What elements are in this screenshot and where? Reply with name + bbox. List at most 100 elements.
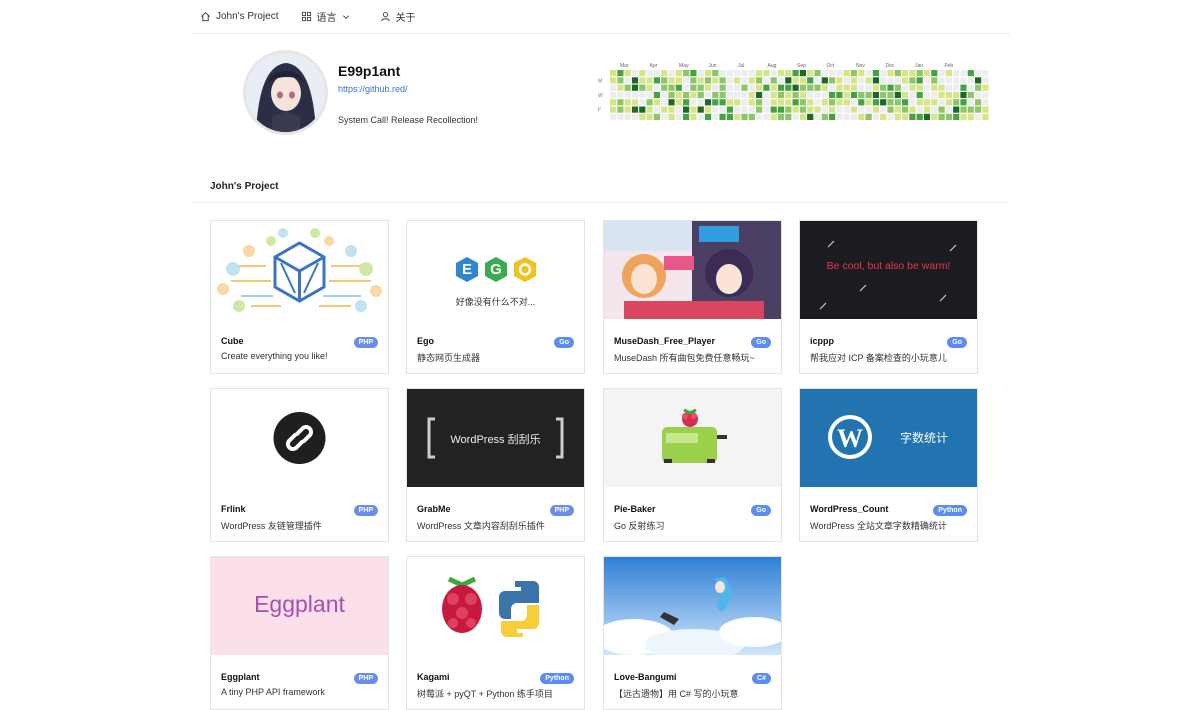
project-card-grabme[interactable]: WordPress 刮刮乐 GrabMe PHP WordPress 文章内容刮… bbox=[406, 388, 585, 542]
nav-home-label: John's Project bbox=[216, 11, 279, 22]
svg-text:E: E bbox=[462, 261, 472, 278]
heatmap-cell bbox=[646, 70, 653, 77]
nav-about-label: 关于 bbox=[395, 13, 416, 24]
heatmap-cell bbox=[653, 70, 660, 77]
project-card-musedash[interactable]: MuseDash_Free_Player Go MuseDash 所有曲包免费任… bbox=[603, 220, 782, 374]
heatmap-cell bbox=[880, 91, 887, 99]
nav-home[interactable]: John's Project bbox=[200, 11, 279, 22]
project-card-love-bangumi[interactable]: Love-Bangumi C# 【远古遗物】用 C# 写的小玩意 bbox=[603, 556, 782, 710]
heatmap-cell bbox=[821, 106, 828, 113]
project-card-frlink[interactable]: Frlink PHP WordPress 友链管理插件 bbox=[210, 388, 389, 542]
heatmap-cell bbox=[617, 84, 624, 91]
heatmap-cell bbox=[923, 113, 931, 120]
heatmap-cell bbox=[763, 84, 770, 91]
heatmap-cell bbox=[858, 99, 865, 106]
heatmap-cell bbox=[690, 70, 697, 77]
heatmap-cell bbox=[792, 77, 799, 84]
project-card-cube[interactable]: Cube PHP Create everything you like! bbox=[210, 220, 389, 374]
project-card-icppp[interactable]: Be cool, but also be warm! icppp Go 帮我应对… bbox=[799, 220, 978, 374]
heatmap-cell bbox=[814, 84, 821, 91]
project-card-ego[interactable]: E G 好像没有什么不对... Ego Go 静态网页生成器 bbox=[406, 220, 585, 374]
heatmap-cell bbox=[887, 91, 894, 99]
heatmap-cell bbox=[945, 77, 952, 84]
heatmap-cell bbox=[872, 113, 879, 120]
heatmap-cell bbox=[661, 77, 668, 84]
heatmap-cell bbox=[785, 70, 792, 77]
project-card-kagami[interactable]: Kagami Python 树莓派 + pyQT + Python 练手项目 bbox=[406, 556, 585, 710]
heatmap-cell bbox=[668, 106, 675, 113]
heatmap-cell bbox=[858, 113, 865, 120]
heatmap-cell bbox=[763, 91, 770, 99]
heatmap-cell bbox=[639, 91, 646, 99]
project-description: WordPress 全站文章字数精确统计 bbox=[810, 521, 947, 531]
heatmap-cell bbox=[887, 113, 894, 120]
heatmap-cell bbox=[938, 91, 945, 99]
heatmap-cell bbox=[785, 99, 792, 106]
project-card-eggplant[interactable]: Eggplant Eggplant PHP A tiny PHP API fra… bbox=[210, 556, 389, 710]
heatmap-cell bbox=[967, 91, 974, 99]
heatmap-cell bbox=[712, 91, 719, 99]
heatmap-cell bbox=[748, 91, 755, 99]
heatmap-cell bbox=[916, 99, 923, 106]
heatmap-grid: Mar Apr May Jun Jul Aug Sep Oct Nov Dec Jan Feb M W F bbox=[598, 63, 989, 120]
grid-icon bbox=[301, 11, 311, 22]
heatmap-cell bbox=[887, 84, 894, 91]
heatmap-cell bbox=[931, 70, 938, 77]
heatmap-cell bbox=[894, 106, 901, 113]
heatmap-cell bbox=[690, 91, 697, 99]
heatmap-cell bbox=[741, 106, 748, 113]
heatmap-month-label: Apr bbox=[650, 63, 658, 69]
heatmap-cell bbox=[902, 84, 909, 91]
heatmap-cell bbox=[639, 70, 646, 77]
heatmap-cell bbox=[836, 77, 843, 84]
heatmap-cell bbox=[894, 91, 901, 99]
heatmap-cell bbox=[734, 84, 741, 91]
heatmap-cell bbox=[719, 77, 726, 84]
language-badge: Python bbox=[540, 673, 574, 684]
heatmap-cell bbox=[719, 91, 726, 99]
heatmap-cell bbox=[821, 99, 828, 106]
heatmap-cell bbox=[653, 84, 660, 91]
heatmap-cell bbox=[829, 84, 836, 91]
heatmap-cell bbox=[726, 70, 733, 77]
heatmap-cell bbox=[704, 106, 712, 113]
heatmap-cell bbox=[931, 106, 938, 113]
nav-about[interactable]: 关于 bbox=[380, 9, 416, 24]
heatmap-cell bbox=[953, 106, 960, 113]
heatmap-cell bbox=[668, 91, 675, 99]
heatmap-cell bbox=[982, 84, 989, 91]
heatmap-cell bbox=[887, 70, 894, 77]
heatmap-cell bbox=[631, 91, 639, 99]
heatmap-cell bbox=[704, 113, 712, 120]
heatmap-cell bbox=[975, 106, 982, 113]
heatmap-cell bbox=[953, 91, 960, 99]
heatmap-cell bbox=[697, 106, 704, 113]
heatmap-cell bbox=[821, 113, 828, 120]
heatmap-cell bbox=[967, 70, 974, 77]
heatmap-cell bbox=[734, 91, 741, 99]
heatmap-cell bbox=[683, 84, 690, 91]
heatmap-cell bbox=[865, 70, 872, 77]
nav-language[interactable]: 语言 bbox=[301, 9, 350, 24]
heatmap-cell bbox=[865, 84, 872, 91]
heatmap-cell bbox=[843, 99, 850, 106]
heatmap-cell bbox=[690, 99, 697, 106]
heatmap-cell bbox=[850, 91, 858, 99]
heatmap-cell bbox=[639, 113, 646, 120]
heatmap-cell bbox=[726, 113, 733, 120]
heatmap-cell bbox=[726, 84, 733, 91]
heatmap-cell bbox=[741, 84, 748, 91]
heatmap-cell bbox=[624, 99, 631, 106]
heatmap-cell bbox=[748, 70, 755, 77]
project-card-wordpress-count[interactable]: W 字数统计 WordPress_Count Python WordPress … bbox=[799, 388, 978, 542]
heatmap-cell bbox=[683, 77, 690, 84]
heatmap-cell bbox=[894, 77, 901, 84]
heatmap-cell bbox=[975, 70, 982, 77]
heatmap-cell bbox=[661, 84, 668, 91]
heatmap-cell bbox=[967, 99, 974, 106]
language-badge: PHP bbox=[549, 505, 574, 516]
heatmap-cell bbox=[909, 91, 916, 99]
heatmap-cell bbox=[865, 99, 872, 106]
profile-link[interactable]: https://github.red/ bbox=[338, 84, 408, 94]
project-card-pie-baker[interactable]: Pie-Baker Go Go 反射练习 bbox=[603, 388, 782, 542]
